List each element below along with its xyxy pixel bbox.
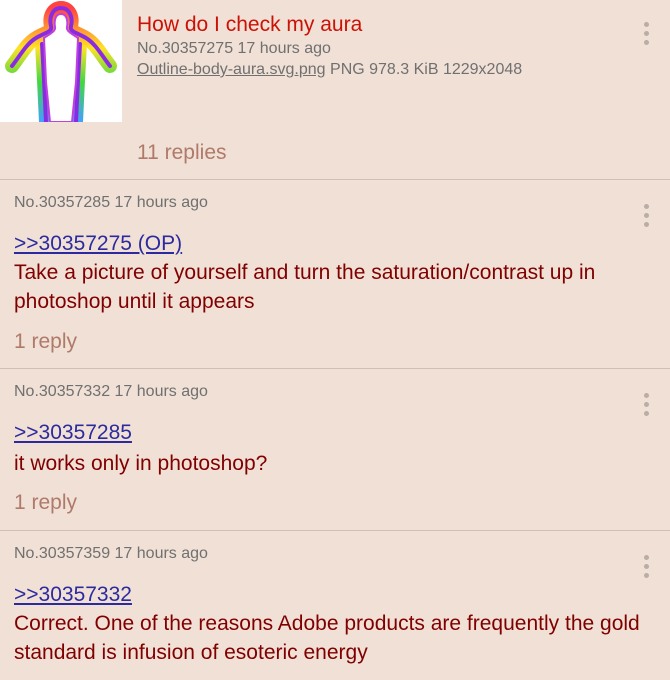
post-menu-icon[interactable] (644, 555, 650, 581)
quote-link[interactable]: >>30357285 (14, 421, 132, 445)
post-meta: No.30357332 17 hours ago (14, 383, 208, 400)
post-body: it works only in photoshop? (14, 452, 268, 475)
reply-post: No.30357332 17 hours ago >>30357285 it w… (0, 369, 670, 531)
post-meta: No.30357285 17 hours ago (14, 194, 208, 211)
reply-post: No.30357359 17 hours ago >>30357332 Corr… (0, 531, 670, 680)
replies-link[interactable]: 1 reply (14, 491, 77, 515)
op-replies-link[interactable]: 11 replies (137, 141, 227, 165)
op-post: How do I check my aura No.30357275 17 ho… (0, 0, 670, 180)
file-details: PNG 978.3 KiB 1229x2048 (330, 61, 523, 78)
op-menu-icon[interactable] (644, 22, 650, 48)
aura-body-thumbnail-icon[interactable] (0, 0, 122, 122)
file-name-link[interactable]: Outline-body-aura.svg.png (137, 61, 326, 78)
op-file-info: Outline-body-aura.svg.png PNG 978.3 KiB … (137, 61, 522, 79)
quote-link[interactable]: >>30357275 (OP) (14, 232, 182, 256)
post-menu-icon[interactable] (644, 393, 650, 419)
post-meta: No.30357359 17 hours ago (14, 545, 208, 562)
op-subject: How do I check my aura (137, 13, 363, 36)
reply-post: No.30357285 17 hours ago >>30357275 (OP)… (0, 180, 670, 369)
op-post-meta: No.30357275 17 hours ago (137, 40, 331, 57)
replies-link[interactable]: 1 reply (14, 330, 77, 354)
quote-link[interactable]: >>30357332 (14, 583, 132, 607)
post-body: Correct. One of the reasons Adobe produc… (14, 612, 640, 664)
post-menu-icon[interactable] (644, 204, 650, 230)
post-body: Take a picture of yourself and turn the … (14, 261, 596, 313)
